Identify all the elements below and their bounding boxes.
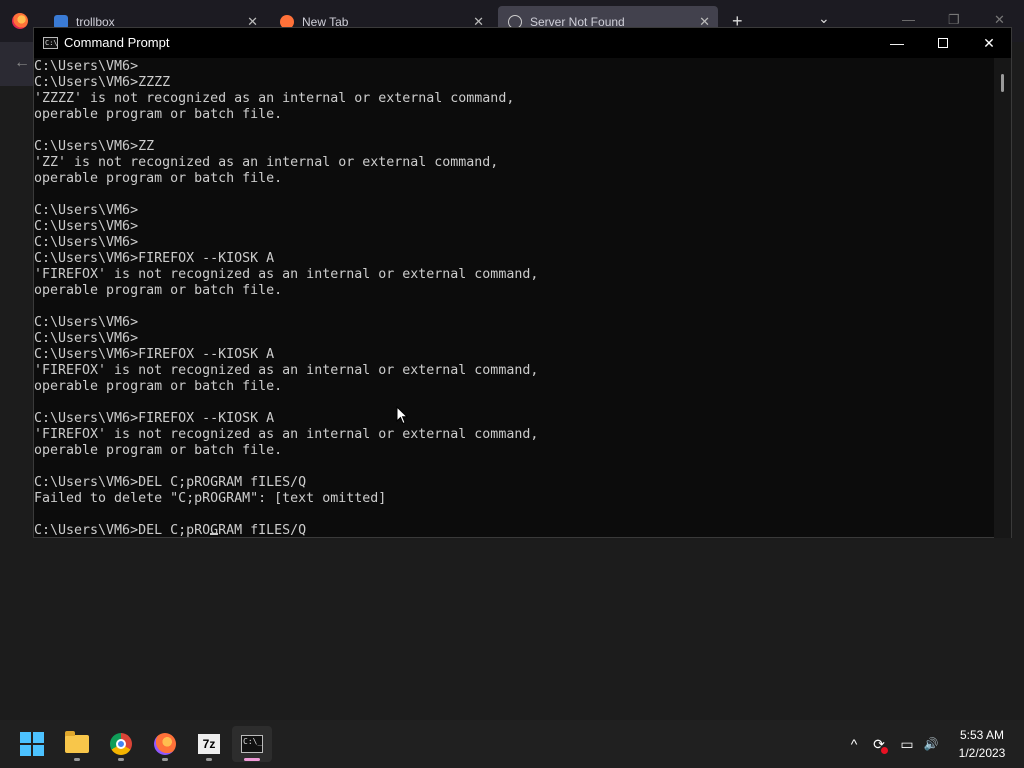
taskbar-chrome[interactable] <box>101 726 141 762</box>
console-line: C:\Users\VM6>DEL C;pROGRAM fILES/Q <box>34 475 307 490</box>
console-line: C:\Users\VM6> <box>34 235 139 250</box>
console-line: C:\Users\VM6> <box>34 59 139 74</box>
chevron-up-icon: ^ <box>850 736 858 752</box>
console-line: C:\Users\VM6>FIREFOX --KIOSK A <box>34 411 275 426</box>
console-line: 'FIREFOX' is not recognized as an intern… <box>34 427 539 442</box>
windows-start-icon <box>20 732 44 756</box>
start-button[interactable] <box>12 726 52 762</box>
window-title: Command Prompt <box>64 35 170 50</box>
running-indicator <box>162 758 168 761</box>
close-button[interactable]: ✕ <box>966 28 1012 58</box>
command-prompt-icon: C:\_ <box>241 735 263 753</box>
clock-time: 5:53 AM <box>959 728 1005 742</box>
file-explorer-icon <box>65 731 89 753</box>
volume-icon: 🔊 <box>923 737 939 751</box>
show-hidden-icons-button[interactable]: ^ <box>844 720 864 768</box>
console-line: C:\Users\VM6> <box>34 203 139 218</box>
console-line: C:\Users\VM6>ZZ <box>34 139 155 154</box>
network-button[interactable]: ▭ <box>896 720 918 768</box>
console-line: operable program or batch file. <box>34 107 283 122</box>
taskbar-firefox[interactable] <box>145 726 185 762</box>
tab-list-chevron-icon[interactable]: ⌄ <box>818 10 830 27</box>
firefox-icon <box>154 733 176 755</box>
vertical-scrollbar[interactable] <box>994 58 1011 538</box>
chrome-icon <box>110 733 132 755</box>
console-line: operable program or batch file. <box>34 171 283 186</box>
console-line: C:\Users\VM6>ZZZZ <box>34 75 171 90</box>
console-line: operable program or batch file. <box>34 379 283 394</box>
minimize-icon: — <box>890 35 904 51</box>
7zip-icon: 7z <box>198 734 220 754</box>
taskbar-command-prompt[interactable]: C:\_ <box>232 726 272 762</box>
browser-close-button[interactable]: ✕ <box>994 12 1005 28</box>
volume-button[interactable]: 🔊 <box>920 720 942 768</box>
console-line: C:\Users\VM6>FIREFOX --KIOSK A <box>34 251 275 266</box>
console-line: Failed to delete "C;pROGRAM": [text omit… <box>34 491 387 506</box>
maximize-icon <box>938 38 948 48</box>
browser-restore-button[interactable]: ❐ <box>948 12 960 28</box>
active-indicator <box>244 758 260 761</box>
error-dot <box>881 747 888 754</box>
console-line: 'ZZ' is not recognized as an internal or… <box>34 155 499 170</box>
command-prompt-window[interactable]: C:\ Command Prompt — ✕ C:\Users\VM6> C:\U… <box>33 27 1012 538</box>
firefox-menu-icon[interactable] <box>12 13 28 29</box>
running-indicator <box>118 758 124 761</box>
console-output[interactable]: C:\Users\VM6> C:\Users\VM6>ZZZZ 'ZZZZ' is … <box>34 58 994 538</box>
close-icon: ✕ <box>983 34 995 51</box>
console-line: C:\Users\VM6> <box>34 331 139 346</box>
taskbar-file-explorer[interactable] <box>57 726 97 762</box>
console-line: 'FIREFOX' is not recognized as an intern… <box>34 363 539 378</box>
maximize-button[interactable] <box>920 28 966 58</box>
clock-date: 1/2/2023 <box>958 746 1006 760</box>
console-line: C:\Users\VM6>DEL C;pROGRAM fILES/Q <box>34 523 307 538</box>
network-icon: ▭ <box>900 735 914 752</box>
cmd-titlebar[interactable]: C:\ Command Prompt — ✕ <box>34 28 1011 58</box>
running-indicator <box>206 758 212 761</box>
taskbar-7zip[interactable]: 7z <box>189 726 229 762</box>
console-line: C:\Users\VM6> <box>34 219 139 234</box>
back-arrow-icon[interactable]: ← <box>14 54 30 72</box>
command-prompt-icon: C:\ <box>43 37 58 49</box>
taskbar: 7z C:\_ ^ ⟳ ▭ 🔊 5:53 AM 1/2/2023 <box>0 720 1024 768</box>
text-cursor <box>210 533 218 535</box>
minimize-button[interactable]: — <box>874 28 920 58</box>
console-line: C:\Users\VM6> <box>34 315 139 330</box>
clock[interactable]: 5:53 AM 1/2/2023 <box>948 726 1016 762</box>
console-line: operable program or batch file. <box>34 283 283 298</box>
console-line: C:\Users\VM6>FIREFOX --KIOSK A <box>34 347 275 362</box>
scrollbar-thumb[interactable] <box>1001 74 1004 92</box>
console-line: operable program or batch file. <box>34 443 283 458</box>
console-line: 'ZZZZ' is not recognized as an internal … <box>34 91 515 106</box>
running-indicator <box>74 758 80 761</box>
console-line: 'FIREFOX' is not recognized as an intern… <box>34 267 539 282</box>
sync-status-button[interactable]: ⟳ <box>868 720 890 768</box>
browser-minimize-button[interactable]: — <box>902 12 915 27</box>
